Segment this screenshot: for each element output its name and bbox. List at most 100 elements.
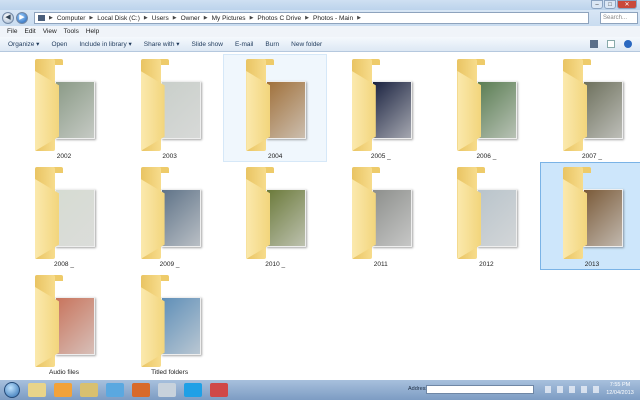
folder-name: 2010 _	[265, 261, 286, 268]
folder-icon	[563, 59, 625, 151]
change-view-icon[interactable]	[590, 40, 598, 48]
command-bar: Organize ▾ Open Include in library ▾ Share …	[0, 37, 640, 52]
maximize-button[interactable]: □	[604, 0, 616, 9]
taskbar-app-folders[interactable]	[80, 383, 98, 397]
folder-name: 2012	[479, 261, 494, 268]
folder-item[interactable]: 2006 _	[434, 54, 538, 162]
menu-item-help[interactable]: Help	[86, 28, 99, 35]
breadcrumb-chevron-icon[interactable]: ▶	[89, 15, 93, 21]
folder-item[interactable]: 2004	[223, 54, 328, 162]
toolbar-button[interactable]: Burn	[265, 41, 279, 48]
computer-icon	[38, 15, 45, 21]
folder-icon	[140, 167, 203, 259]
toolbar-button[interactable]: Organize ▾	[8, 40, 39, 48]
toolbar-button[interactable]: Slide show	[192, 41, 223, 48]
folder-thumbnail	[55, 189, 95, 247]
taskbar-app-skype[interactable]	[184, 383, 202, 397]
taskbar-app-firefox[interactable]	[132, 383, 150, 397]
network-icon[interactable]	[569, 386, 575, 393]
folder-item[interactable]: 2011	[329, 162, 433, 270]
folder-thumbnail	[160, 81, 201, 139]
breadcrumb-item[interactable]: Users	[152, 15, 169, 22]
search-input[interactable]: Search...	[600, 12, 638, 24]
title-bar: – □ ✕	[0, 0, 640, 10]
back-button[interactable]: ◀	[2, 12, 14, 24]
minimize-button[interactable]: –	[591, 0, 603, 9]
menu-item-edit[interactable]: Edit	[24, 28, 35, 35]
breadcrumb-chevron-icon[interactable]: ▶	[250, 15, 254, 21]
breadcrumb-item[interactable]: Photos - Main	[313, 15, 353, 22]
folder-name: 2005 _	[370, 153, 391, 160]
folder-item[interactable]: 2009 _	[118, 162, 222, 270]
folder-item[interactable]: Titled folders	[118, 270, 222, 378]
breadcrumb-chevron-icon[interactable]: ▶	[144, 15, 148, 21]
folder-item[interactable]: 2005 _	[329, 54, 433, 162]
toolbar-button[interactable]: New folder	[291, 41, 322, 48]
folder-item[interactable]: 2012	[434, 162, 538, 270]
folder-name: Titled folders	[151, 369, 189, 376]
breadcrumb-item[interactable]: Photos C Drive	[257, 15, 301, 22]
breadcrumb-chevron-icon[interactable]: ▶	[305, 15, 309, 21]
folder-item[interactable]: 2002	[12, 54, 116, 162]
folder-icon	[563, 167, 625, 259]
breadcrumb-chevron-icon[interactable]: ▶	[173, 15, 177, 21]
menu-item-file[interactable]: File	[7, 28, 17, 35]
preview-pane-icon[interactable]	[607, 40, 615, 48]
taskbar-app-internet-explorer[interactable]	[106, 383, 124, 397]
folder-name: 2008 _	[54, 261, 74, 268]
folder-item[interactable]: 2003	[118, 54, 222, 162]
breadcrumb-chevron-icon[interactable]: ▶	[204, 15, 208, 21]
volume-icon[interactable]	[581, 386, 587, 393]
tray-icon[interactable]	[545, 386, 551, 393]
taskbar-app-app[interactable]	[210, 383, 228, 397]
tray-icon[interactable]	[557, 386, 563, 393]
address-bar[interactable]: ▶ Computer ▶ Local Disk (C:) ▶ Users ▶ Owner ▶ My…	[34, 12, 589, 24]
folder-thumbnail	[477, 81, 518, 139]
breadcrumb-item[interactable]: Owner	[181, 15, 200, 22]
start-button[interactable]	[4, 382, 20, 398]
taskbar-app-explorer[interactable]	[28, 383, 46, 397]
folder-name: 2003	[162, 153, 177, 160]
folder-thumbnail	[583, 189, 623, 247]
taskbar-app-calculator[interactable]	[158, 383, 176, 397]
toolbar-button[interactable]: Share with ▾	[144, 40, 180, 48]
folder-icon	[246, 59, 308, 151]
folder-icon	[35, 167, 97, 259]
taskbar: Address 7:55 PM 12/04/2013	[0, 380, 640, 400]
folder-item[interactable]: 2008 _	[12, 162, 116, 270]
breadcrumb-chevron-icon[interactable]: ▶	[357, 15, 361, 21]
folder-item[interactable]: 2010 _	[223, 162, 327, 270]
system-tray	[545, 386, 599, 393]
menu-item-view[interactable]: View	[43, 28, 57, 35]
folder-thumbnail	[477, 189, 518, 247]
folder-item[interactable]: Audio files	[12, 270, 116, 378]
folder-thumbnail	[583, 81, 623, 139]
clock[interactable]: 7:55 PM 12/04/2013	[602, 382, 638, 397]
folder-thumbnail	[371, 81, 412, 139]
folder-thumbnail	[160, 297, 201, 355]
toolbar-button[interactable]: Open	[51, 41, 67, 48]
breadcrumb-item[interactable]: My Pictures	[212, 15, 246, 22]
taskbar-app-media-player[interactable]	[54, 383, 72, 397]
folder-name: 2006 _	[476, 153, 497, 160]
taskbar-address-input[interactable]	[426, 385, 534, 394]
toolbar-button[interactable]: Include in library ▾	[79, 40, 131, 48]
folder-thumbnail	[266, 189, 307, 247]
menu-item-tools[interactable]: Tools	[64, 28, 79, 35]
breadcrumb-item[interactable]: Local Disk (C:)	[97, 15, 140, 22]
folder-icon	[457, 59, 519, 151]
folder-icon	[246, 167, 308, 259]
forward-button[interactable]: ▶	[16, 12, 28, 24]
folder-icon	[140, 59, 203, 151]
toolbar-button[interactable]: E-mail	[235, 41, 253, 48]
breadcrumb-item[interactable]: Computer	[57, 15, 86, 22]
help-icon[interactable]	[624, 40, 632, 48]
folder-icon	[457, 167, 519, 259]
folder-name: 2007 _	[582, 153, 602, 160]
close-button[interactable]: ✕	[617, 0, 637, 9]
breadcrumb-chevron-icon[interactable]: ▶	[49, 15, 53, 21]
tray-icon[interactable]	[593, 386, 599, 393]
folder-item[interactable]: 2007 _	[540, 54, 640, 162]
folder-item[interactable]: 2013	[540, 162, 640, 270]
menu-bar: File Edit View Tools Help	[0, 26, 640, 37]
